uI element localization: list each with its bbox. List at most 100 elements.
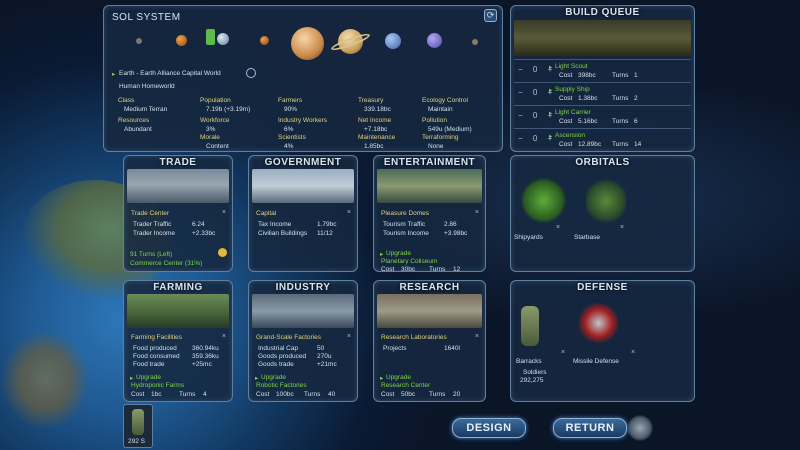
queue-cost-value: 12.89bc: [578, 141, 602, 148]
shipyards-close-icon[interactable]: ×: [556, 224, 560, 231]
ind-cost-value: 100bc: [276, 391, 294, 398]
sol-stat-value[interactable]: Maintain: [428, 106, 453, 113]
starbase-close-icon[interactable]: ×: [620, 224, 624, 231]
farming-facility: Farming Facilities: [131, 334, 182, 341]
planet-jupiter[interactable]: [291, 27, 324, 60]
sol-stat-label: Maintenance: [358, 134, 396, 141]
res-upgrade-arrow: ▸: [380, 375, 384, 382]
res-upgrade-name[interactable]: Research Center: [381, 382, 430, 389]
build-queue-row[interactable]: − 0 + ▸ Supply Ship Cost 1.38bc Turns 2: [514, 82, 691, 104]
research-facility: Research Laboratories: [381, 334, 447, 341]
tourism-traffic-value: 2.86: [444, 221, 457, 228]
shipyards-image[interactable]: [521, 178, 566, 223]
queue-item-name: Ascension: [555, 132, 585, 139]
barracks-close-icon[interactable]: ×: [561, 349, 565, 356]
defense-title: DEFENSE: [577, 282, 628, 293]
research-panel: RESEARCH Research Laboratories × Project…: [373, 280, 486, 402]
trade-turns-left: 91 Turns (Left): [130, 251, 173, 258]
planet-mars[interactable]: [260, 36, 269, 45]
entertainment-title: ENTERTAINMENT: [383, 157, 476, 168]
queue-turns-value: 1: [634, 72, 638, 79]
queue-turns-value: 14: [634, 141, 642, 148]
soldiers-value: 292,275: [520, 377, 544, 384]
farm-cost-label: Cost: [131, 391, 145, 398]
sol-stat-label: Treasury: [358, 97, 384, 104]
planet-sun[interactable]: [136, 38, 142, 44]
ent-turns-label: Turns: [429, 266, 446, 273]
queue-turns-value: 6: [634, 118, 638, 125]
defense-panel: DEFENSE × × Barracks Missile Defense Sol…: [510, 280, 695, 402]
res-upgrade-label: Upgrade: [386, 374, 411, 381]
queue-cost-label: Cost: [559, 141, 573, 148]
sol-stat-value: Medium Terran: [124, 106, 168, 113]
ent-upgrade-label: Upgrade: [386, 250, 411, 257]
entertainment-close-icon[interactable]: ×: [475, 209, 479, 216]
queue-arrow: ▸: [549, 87, 553, 94]
projects-value: 1640l: [444, 345, 460, 352]
sol-system-panel: SOL SYSTEM ⟳ ▸ Earth - Earth Alliance Ca…: [103, 5, 503, 152]
sol-stat-value: Abundant: [124, 126, 152, 133]
close-icon[interactable]: ⟳: [484, 9, 497, 22]
build-queue-row[interactable]: − 0 + ▸ Light Carrier Cost 5.16bc Turns 6: [514, 105, 691, 127]
sol-stat-value: 3%: [206, 126, 216, 133]
entertainment-facility: Pleasure Domes: [381, 210, 430, 217]
queue-cost-label: Cost: [559, 118, 573, 125]
design-button[interactable]: DESIGN: [452, 418, 526, 438]
farm-upgrade-arrow: ▸: [130, 375, 134, 382]
ent-upgrade-arrow: ▸: [380, 251, 384, 258]
orbitals-panel: ORBITALS Shipyards × Starbase ×: [510, 155, 695, 272]
planet-subtitle: Human Homeworld: [119, 83, 175, 90]
farm-upgrade-name[interactable]: Hydroponic Farms: [131, 382, 184, 389]
industry-close-icon[interactable]: ×: [347, 333, 351, 340]
sol-stat-label: Scientists: [278, 134, 306, 141]
res-cost-label: Cost: [381, 391, 395, 398]
queue-item-name: Supply Ship: [555, 86, 590, 93]
farm-upgrade-label: Upgrade: [136, 374, 161, 381]
sol-stat-label: Resources: [118, 117, 150, 124]
farm-cost-value: 1bc: [151, 391, 162, 398]
tourism-income-value: +3.98bc: [444, 230, 468, 237]
queue-item-name: Light Scout: [555, 63, 588, 70]
planet-venus-station[interactable]: [206, 29, 215, 45]
planet-uranus[interactable]: [385, 33, 401, 49]
goods-produced-label: Goods produced: [258, 353, 307, 360]
planet-earth[interactable]: [217, 33, 229, 45]
sol-stat-value: 1.85bc: [364, 143, 384, 150]
sol-stat-label: Industry Workers: [278, 117, 328, 124]
barracks-image[interactable]: [521, 306, 539, 346]
build-queue-row[interactable]: − 0 + ▸ Ascension Cost 12.89bc Turns 14: [514, 128, 691, 150]
view-planet-icon[interactable]: [246, 68, 256, 78]
trade-close-icon[interactable]: ×: [222, 209, 226, 216]
planet-name-line: Earth - Earth Alliance Capital World: [119, 70, 221, 77]
farming-close-icon[interactable]: ×: [222, 333, 226, 340]
ind-upgrade-arrow: ▸: [255, 375, 259, 382]
planet-mercury[interactable]: [176, 35, 187, 46]
food-produced-value: 360.94ku: [192, 345, 219, 352]
ent-upgrade-name[interactable]: Planetary Coliseum: [381, 258, 437, 265]
sol-stat-label: Farmers: [278, 97, 303, 104]
soldiers-label: Soldiers: [523, 369, 547, 376]
government-close-icon[interactable]: ×: [347, 209, 351, 216]
planet-neptune[interactable]: [427, 33, 442, 48]
queue-arrow: ▸: [549, 110, 553, 117]
government-title: GOVERNMENT: [264, 157, 342, 168]
trade-traffic-value: 6.24: [192, 221, 205, 228]
ind-upgrade-name[interactable]: Robotic Factories: [256, 382, 307, 389]
civilian-buildings-value: 11/12: [317, 230, 333, 237]
trade-title: TRADE: [159, 157, 197, 168]
missile-defense-image[interactable]: [576, 303, 621, 343]
research-close-icon[interactable]: ×: [475, 333, 479, 340]
goods-trade-value: +21mc: [317, 361, 337, 368]
sol-stat-label: Ecology Control: [422, 97, 468, 104]
planet-pluto[interactable]: [472, 39, 478, 45]
missile-defense-close-icon[interactable]: ×: [631, 349, 635, 356]
starbase-image[interactable]: [586, 176, 626, 226]
queue-turns-label: Turns: [612, 118, 629, 125]
research-title: RESEARCH: [399, 282, 460, 293]
queue-turns-label: Turns: [612, 95, 629, 102]
build-queue-row[interactable]: − 0 + ▸ Light Scout Cost 398bc Turns 1: [514, 59, 691, 81]
return-button[interactable]: RETURN: [553, 418, 627, 438]
ground-unit-card[interactable]: 292 S: [123, 404, 153, 448]
trade-income-label: Trader Income: [133, 230, 176, 237]
orbitals-title: ORBITALS: [575, 157, 630, 168]
